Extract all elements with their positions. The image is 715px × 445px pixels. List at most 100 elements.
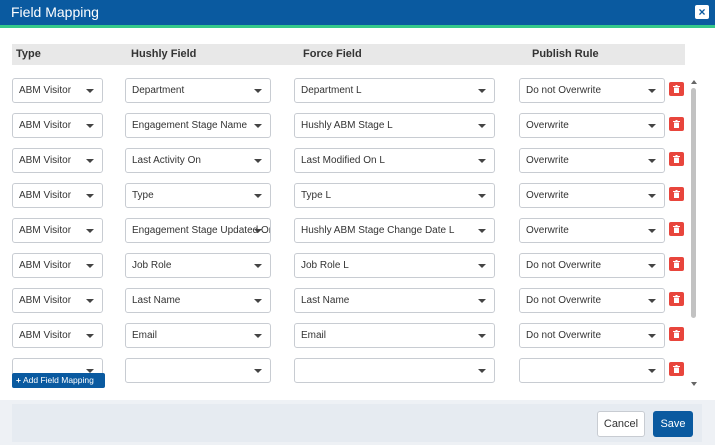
trash-icon (673, 295, 680, 303)
add-field-mapping-button[interactable]: + Add Field Mapping (12, 373, 105, 388)
force-field-select[interactable]: Hushly ABM Stage Change Date L (294, 218, 495, 243)
type-select[interactable]: ABM Visitor (12, 148, 103, 173)
chevron-down-icon (478, 124, 486, 128)
type-select[interactable]: ABM Visitor (12, 218, 103, 243)
mapping-rows: ABM Visitor Department Department L Do not … (0, 78, 700, 395)
chevron-down-icon (648, 124, 656, 128)
column-header-hushly-field: Hushly Field (131, 48, 197, 60)
delete-row-button[interactable] (669, 82, 684, 96)
hushly-field-select[interactable]: Email (125, 323, 271, 348)
delete-row-button[interactable] (669, 152, 684, 166)
hushly-field-select[interactable]: Engagement Stage Name (125, 113, 271, 138)
chevron-down-icon (478, 159, 486, 163)
chevron-down-icon (648, 194, 656, 198)
force-field-select-value: Job Role L (301, 260, 349, 271)
chevron-down-icon (86, 264, 94, 268)
chevron-down-icon (254, 369, 262, 373)
type-select[interactable]: ABM Visitor (12, 183, 103, 208)
publish-rule-select-value: Do not Overwrite (526, 295, 602, 306)
chevron-down-icon (254, 334, 262, 338)
hushly-field-select[interactable]: Last Name (125, 288, 271, 313)
delete-row-button[interactable] (669, 222, 684, 236)
publish-rule-select[interactable]: Do not Overwrite (519, 78, 665, 103)
force-field-select[interactable]: Hushly ABM Stage L (294, 113, 495, 138)
type-select-value: ABM Visitor (19, 225, 72, 236)
publish-rule-select[interactable]: Overwrite (519, 148, 665, 173)
column-header-publish-rule: Publish Rule (532, 48, 599, 60)
type-select-value: ABM Visitor (19, 330, 72, 341)
chevron-down-icon (254, 159, 262, 163)
delete-row-button[interactable] (669, 117, 684, 131)
force-field-select[interactable]: Last Name (294, 288, 495, 313)
hushly-field-select-value: Last Activity On (132, 155, 201, 166)
delete-row-button[interactable] (669, 257, 684, 271)
publish-rule-select[interactable]: Do not Overwrite (519, 288, 665, 313)
chevron-down-icon (648, 264, 656, 268)
type-select-value: ABM Visitor (19, 85, 72, 96)
type-select[interactable]: ABM Visitor (12, 323, 103, 348)
publish-rule-select[interactable]: Do not Overwrite (519, 253, 665, 278)
delete-row-button[interactable] (669, 292, 684, 306)
scroll-thumb[interactable] (691, 88, 696, 318)
hushly-field-select-value: Job Role (132, 260, 172, 271)
hushly-field-select[interactable]: Department (125, 78, 271, 103)
rows-scrollbar[interactable] (689, 80, 698, 392)
dialog-content: Type Hushly Field Force Field Publish Ru… (0, 28, 715, 400)
hushly-field-select[interactable]: Job Role (125, 253, 271, 278)
publish-rule-select[interactable]: Do not Overwrite (519, 323, 665, 348)
type-select-value: ABM Visitor (19, 155, 72, 166)
publish-rule-select-value: Overwrite (526, 155, 569, 166)
type-select-value: ABM Visitor (19, 190, 72, 201)
hushly-field-select-value: Last Name (132, 295, 181, 306)
force-field-select-value: Department L (301, 85, 362, 96)
force-field-select[interactable]: Last Modified On L (294, 148, 495, 173)
force-field-select[interactable]: Email (294, 323, 495, 348)
save-button[interactable]: Save (653, 411, 693, 437)
chevron-down-icon (86, 124, 94, 128)
hushly-field-select[interactable]: Engagement Stage Updated On (125, 218, 271, 243)
chevron-down-icon (648, 89, 656, 93)
force-field-select-value: Type L (301, 190, 332, 201)
hushly-field-select[interactable] (125, 358, 271, 383)
hushly-field-select[interactable]: Last Activity On (125, 148, 271, 173)
dialog-titlebar: Field Mapping × (0, 0, 715, 25)
type-select[interactable]: ABM Visitor (12, 253, 103, 278)
force-field-select-value: Last Name (301, 295, 350, 306)
chevron-down-icon (478, 264, 486, 268)
chevron-down-icon (86, 334, 94, 338)
publish-rule-select[interactable]: Overwrite (519, 183, 665, 208)
publish-rule-select[interactable] (519, 358, 665, 383)
chevron-down-icon (254, 299, 262, 303)
table-row: ABM Visitor Email Email Do not Overwrite (0, 323, 700, 348)
publish-rule-select[interactable]: Overwrite (519, 218, 665, 243)
close-icon[interactable]: × (695, 5, 709, 19)
hushly-field-select-value: Department (132, 85, 185, 96)
type-select[interactable]: ABM Visitor (12, 113, 103, 138)
cancel-button[interactable]: Cancel (597, 411, 645, 437)
scroll-up-arrow[interactable] (691, 80, 697, 84)
scroll-down-arrow[interactable] (691, 382, 697, 386)
table-row: ABM Visitor Job Role Job Role L Do not Over… (0, 253, 700, 278)
chevron-down-icon (86, 229, 94, 233)
delete-row-button[interactable] (669, 187, 684, 201)
table-row: ABM Visitor Engagement Stage Updated On Hu… (0, 218, 700, 243)
delete-row-button[interactable] (669, 362, 684, 376)
column-header-force-field: Force Field (303, 48, 362, 60)
chevron-down-icon (254, 124, 262, 128)
force-field-select[interactable]: Department L (294, 78, 495, 103)
force-field-select[interactable]: Job Role L (294, 253, 495, 278)
type-select[interactable]: ABM Visitor (12, 288, 103, 313)
type-select[interactable]: ABM Visitor (12, 78, 103, 103)
chevron-down-icon (648, 159, 656, 163)
table-row: ABM Visitor Last Activity On Last Modified… (0, 148, 700, 173)
hushly-field-select[interactable]: Type (125, 183, 271, 208)
chevron-down-icon (478, 369, 486, 373)
chevron-down-icon (648, 299, 656, 303)
publish-rule-select[interactable]: Overwrite (519, 113, 665, 138)
table-row: ABM Visitor Type Type L Overwrite (0, 183, 700, 208)
force-field-select[interactable] (294, 358, 495, 383)
chevron-down-icon (648, 369, 656, 373)
delete-row-button[interactable] (669, 327, 684, 341)
force-field-select[interactable]: Type L (294, 183, 495, 208)
trash-icon (673, 120, 680, 128)
